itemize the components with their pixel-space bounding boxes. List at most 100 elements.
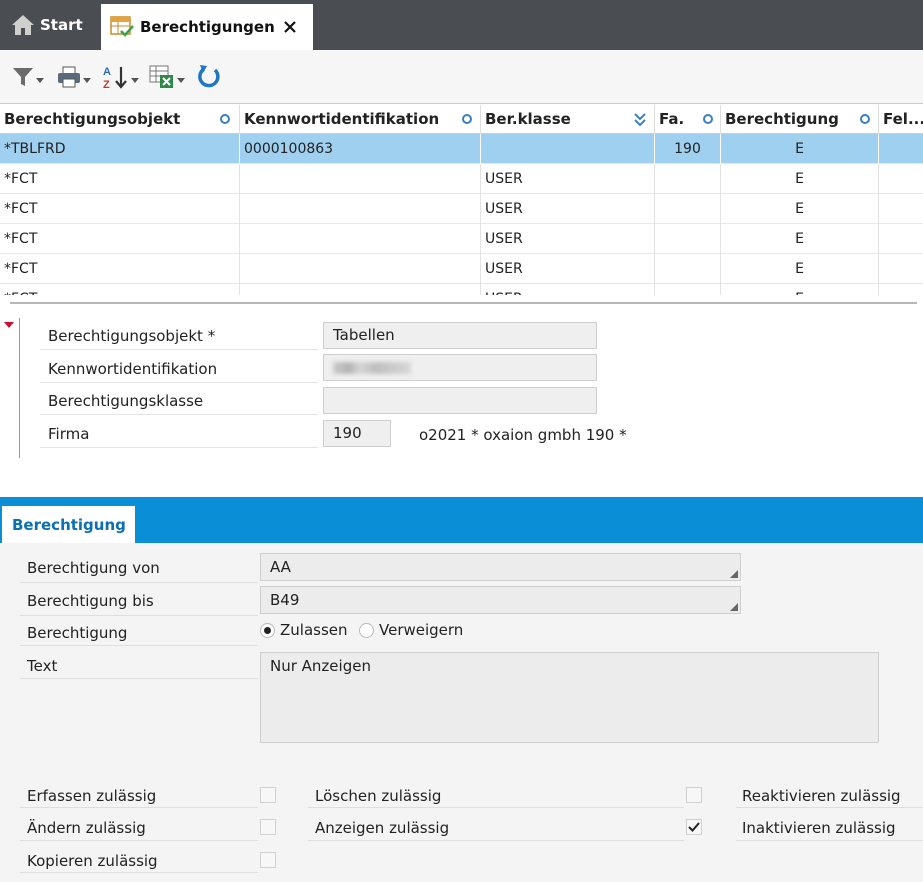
tab-start[interactable]: Start bbox=[0, 0, 100, 50]
cell-fa bbox=[655, 164, 721, 194]
column-header-fa[interactable]: Fa. bbox=[655, 105, 721, 134]
anzeigen-checkbox[interactable] bbox=[686, 819, 702, 835]
dropdown-corner-icon bbox=[730, 570, 738, 578]
label-berechtigung-bis: Berechtigung bis bbox=[27, 592, 154, 610]
tab-active-label: Berechtigungen bbox=[140, 18, 275, 36]
form-divider bbox=[19, 318, 20, 458]
text-area[interactable]: Nur Anzeigen bbox=[260, 652, 879, 743]
cell-kennwortidentifikation bbox=[240, 224, 481, 254]
tab-bar: Start Berechtigungen bbox=[0, 0, 923, 50]
column-sort-icon[interactable] bbox=[220, 114, 230, 124]
divider bbox=[308, 840, 684, 841]
table-row[interactable]: *FCT USER E bbox=[0, 194, 923, 224]
column-sort-icon[interactable] bbox=[703, 114, 713, 124]
cell-feld bbox=[879, 224, 923, 254]
tab-start-label: Start bbox=[40, 16, 83, 34]
divider bbox=[40, 447, 318, 448]
radio-verweigern[interactable]: Verweigern bbox=[359, 620, 463, 640]
cell-kennwortidentifikation: 0000100863 bbox=[240, 134, 481, 164]
column-header-berechtigung[interactable]: Berechtigung bbox=[721, 105, 879, 134]
close-icon[interactable] bbox=[283, 20, 297, 34]
label-aendern: Ändern zulässig bbox=[27, 819, 146, 837]
cell-berechtigung: E bbox=[721, 194, 879, 224]
sort-button[interactable]: A Z bbox=[102, 62, 139, 92]
grid-header: Berechtigungsobjekt Kennwortidentifikati… bbox=[0, 105, 923, 134]
column-sort-icon[interactable] bbox=[462, 114, 472, 124]
label-inaktivieren: Inaktivieren zulässig bbox=[742, 819, 896, 837]
table-row[interactable]: *FCT USER E bbox=[0, 254, 923, 284]
cell-feld bbox=[879, 284, 923, 295]
cell-fa bbox=[655, 284, 721, 295]
table-row[interactable]: *FCT USER E bbox=[0, 164, 923, 194]
export-excel-button[interactable] bbox=[148, 62, 185, 92]
permissions-grid: Berechtigungsobjekt Kennwortidentifikati… bbox=[0, 105, 923, 295]
column-header-feld[interactable]: Fel... bbox=[879, 105, 923, 134]
loeschen-checkbox[interactable] bbox=[686, 787, 702, 803]
berechtigung-von-input[interactable]: AA bbox=[260, 553, 741, 581]
cell-berechtigungsobjekt: *FCT bbox=[0, 164, 240, 194]
divider bbox=[40, 349, 318, 350]
cell-kennwortidentifikation bbox=[240, 194, 481, 224]
cell-ber-klasse: USER bbox=[481, 284, 655, 295]
print-icon bbox=[58, 66, 80, 88]
firma-description: o2021 * oxaion gmbh 190 * bbox=[419, 426, 627, 444]
divider bbox=[736, 840, 923, 841]
cell-berechtigung: E bbox=[721, 284, 879, 295]
divider bbox=[736, 807, 923, 808]
label-loeschen: Löschen zulässig bbox=[315, 787, 442, 805]
cell-ber-klasse: USER bbox=[481, 194, 655, 224]
divider bbox=[20, 582, 258, 583]
dropdown-corner-icon bbox=[730, 603, 738, 611]
label-berechtigung-von: Berechtigung von bbox=[27, 559, 160, 577]
table-row[interactable]: *FCT USER E bbox=[0, 284, 923, 295]
table-row[interactable]: *TBLFRD 0000100863 190 E bbox=[0, 134, 923, 164]
grid-splitter[interactable] bbox=[10, 302, 917, 304]
berechtigung-bis-input[interactable]: B49 bbox=[260, 586, 741, 614]
tab-berechtigung[interactable]: Berechtigung bbox=[2, 506, 135, 544]
cell-berechtigung: E bbox=[721, 134, 879, 164]
kennwortidentifikation-field bbox=[323, 354, 597, 381]
chevron-down-icon bbox=[177, 77, 185, 83]
radio-button[interactable] bbox=[260, 622, 275, 638]
aendern-checkbox[interactable] bbox=[260, 819, 276, 835]
divider bbox=[20, 807, 258, 808]
sort-az-icon: A Z bbox=[103, 66, 127, 90]
sort-descending-icon[interactable] bbox=[634, 113, 646, 127]
kopieren-checkbox[interactable] bbox=[260, 852, 276, 868]
toolbar: A Z bbox=[0, 50, 923, 104]
cell-ber-klasse: USER bbox=[481, 224, 655, 254]
tab-berechtigungen[interactable]: Berechtigungen bbox=[101, 4, 313, 50]
cell-berechtigung: E bbox=[721, 164, 879, 194]
cell-berechtigungsobjekt: *FCT bbox=[0, 254, 240, 284]
table-row[interactable]: *FCT USER E bbox=[0, 224, 923, 254]
collapse-triangle-icon[interactable] bbox=[4, 322, 14, 328]
filter-icon bbox=[13, 68, 33, 86]
refresh-button[interactable] bbox=[195, 62, 223, 92]
print-button[interactable] bbox=[56, 62, 91, 92]
radio-button[interactable] bbox=[359, 622, 374, 638]
label-kennwortidentifikation: Kennwortidentifikation bbox=[48, 360, 218, 378]
cell-fa bbox=[655, 224, 721, 254]
divider bbox=[40, 382, 318, 383]
filter-button[interactable] bbox=[11, 62, 44, 92]
cell-kennwortidentifikation bbox=[240, 284, 481, 295]
label-firma: Firma bbox=[48, 425, 90, 443]
cell-berechtigung: E bbox=[721, 254, 879, 284]
divider bbox=[20, 678, 258, 679]
erfassen-checkbox[interactable] bbox=[260, 787, 276, 803]
cell-fa bbox=[655, 194, 721, 224]
label-berechtigungsobjekt: Berechtigungsobjekt * bbox=[48, 327, 216, 345]
column-sort-icon[interactable] bbox=[860, 114, 870, 124]
column-header-ber-klasse[interactable]: Ber.klasse bbox=[481, 105, 655, 134]
column-header-berechtigungsobjekt[interactable]: Berechtigungsobjekt bbox=[0, 105, 240, 134]
divider bbox=[20, 645, 258, 646]
label-erfassen: Erfassen zulässig bbox=[27, 787, 157, 805]
radio-zulassen[interactable]: Zulassen bbox=[260, 620, 348, 640]
cell-berechtigungsobjekt: *FCT bbox=[0, 284, 240, 295]
label-text: Text bbox=[27, 657, 58, 675]
label-berechtigungsklasse: Berechtigungsklasse bbox=[48, 392, 204, 410]
cell-kennwortidentifikation bbox=[240, 164, 481, 194]
column-header-kennwortidentifikation[interactable]: Kennwortidentifikation bbox=[240, 105, 481, 134]
label-kopieren: Kopieren zulässig bbox=[27, 852, 158, 870]
label-berechtigung: Berechtigung bbox=[27, 624, 128, 642]
